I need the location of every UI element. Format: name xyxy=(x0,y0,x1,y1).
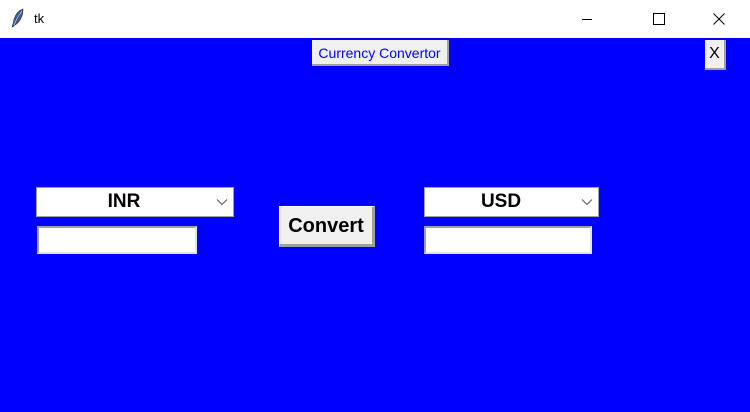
maximize-button[interactable] xyxy=(636,0,682,38)
to-currency-value: USD xyxy=(480,191,522,212)
close-window-button[interactable] xyxy=(696,0,742,38)
chevron-down-icon xyxy=(216,199,228,206)
window-title: tk xyxy=(34,11,45,26)
close-icon xyxy=(713,13,725,25)
from-currency-value: INR xyxy=(107,191,141,212)
maximize-icon xyxy=(653,13,665,25)
to-amount-output[interactable] xyxy=(424,226,592,254)
chevron-down-icon xyxy=(581,199,593,206)
to-currency-select[interactable]: USD xyxy=(424,187,599,217)
convert-button[interactable]: Convert xyxy=(279,206,375,247)
app-content-area: Currency Convertor X INR Convert USD xyxy=(0,38,750,412)
app-title-label: Currency Convertor xyxy=(312,40,449,66)
close-app-button[interactable]: X xyxy=(705,40,726,70)
minimize-button[interactable] xyxy=(564,0,610,38)
from-currency-select[interactable]: INR xyxy=(36,187,234,217)
minimize-icon xyxy=(582,19,592,20)
window-title-bar: tk xyxy=(0,0,750,38)
from-amount-input[interactable] xyxy=(37,226,197,254)
feather-icon xyxy=(11,8,24,28)
